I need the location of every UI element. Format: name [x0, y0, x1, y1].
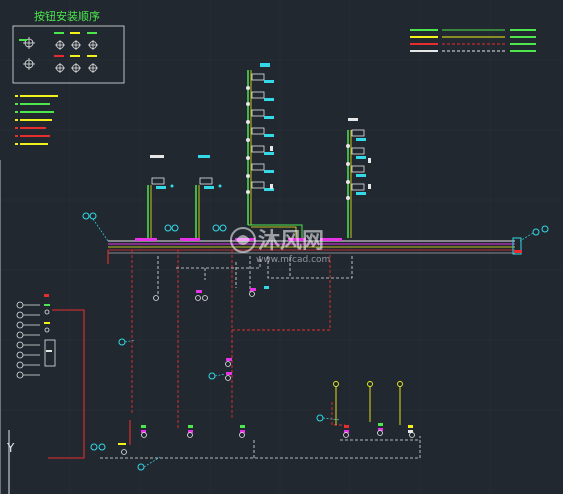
notes-block	[15, 95, 58, 145]
line-type-legend	[410, 29, 536, 52]
watermark-title: 沐风网	[258, 229, 324, 254]
sensor-circles	[121, 291, 415, 455]
ucs-axis-icon: Y	[0, 160, 15, 494]
red-solid-lines	[48, 250, 131, 459]
legend-row-2	[55, 63, 98, 73]
ucs-y-label: Y	[6, 441, 15, 455]
legend-title: 按钮安装顺序	[34, 9, 100, 23]
pressure-sensor-icon	[333, 381, 403, 425]
legend-row-1	[55, 40, 98, 50]
white-signal-lines	[100, 255, 421, 459]
button-order-legend: 按钮安装顺序	[12, 9, 125, 84]
valve-stack-center	[246, 63, 303, 238]
legend-frame	[12, 25, 125, 84]
valve-symbol-icon	[44, 286, 413, 445]
legend-label-marks	[19, 32, 97, 57]
pneumatic-schematic-canvas: 按钮安装顺序 Y 沐风网 www.mfcad.com	[0, 0, 563, 494]
valve-stack-left	[147, 155, 222, 238]
watermark-url: www.mfcad.com	[256, 255, 330, 265]
watermark: 沐风网 www.mfcad.com	[230, 227, 330, 265]
